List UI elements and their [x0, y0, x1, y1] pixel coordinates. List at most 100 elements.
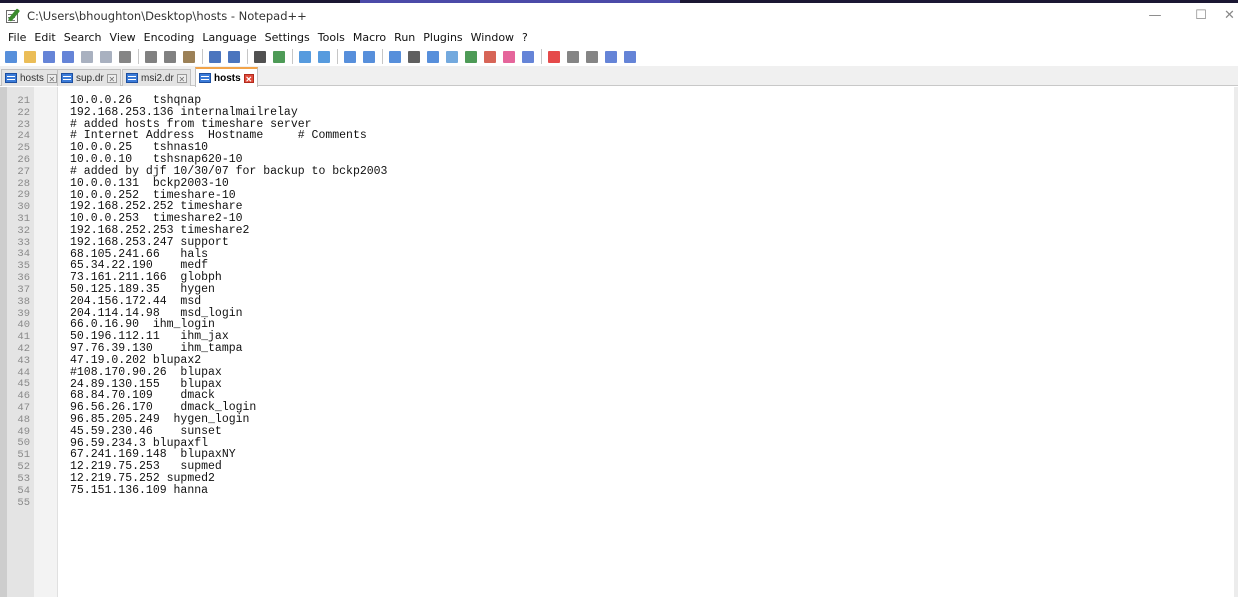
line-number: 38 — [17, 295, 30, 308]
file-saved-icon — [5, 73, 17, 83]
menu-file[interactable]: File — [4, 28, 30, 47]
copy-icon[interactable] — [162, 49, 178, 65]
menu-tools[interactable]: Tools — [314, 28, 349, 47]
line-number: 27 — [17, 165, 30, 178]
close-button[interactable]: ✕ — [1224, 3, 1238, 28]
code-line: 54 75.151.136.109 hanna — [0, 484, 1238, 497]
stop-macro-icon[interactable] — [565, 49, 581, 65]
line-number: 29 — [17, 189, 30, 202]
menu-view[interactable]: View — [106, 28, 140, 47]
line-number: 55 — [17, 496, 30, 509]
line-number: 51 — [17, 449, 30, 462]
play-macro-icon[interactable] — [584, 49, 600, 65]
print-icon[interactable] — [117, 49, 133, 65]
menu-search[interactable]: Search — [60, 28, 106, 47]
tab-close-icon[interactable]: ✕ — [176, 73, 187, 84]
minimize-button[interactable]: — — [1132, 3, 1178, 28]
record-macro-icon[interactable] — [546, 49, 562, 65]
tab-hosts-1[interactable]: hosts ✕ — [1, 69, 61, 86]
line-number: 35 — [17, 260, 30, 273]
cut-icon[interactable] — [143, 49, 159, 65]
menu-plugins[interactable]: Plugins — [419, 28, 466, 47]
menu-macro[interactable]: Macro — [349, 28, 390, 47]
toolbar-separator — [138, 49, 139, 64]
tab-close-icon[interactable]: ✕ — [46, 73, 57, 84]
line-number: 31 — [17, 213, 30, 226]
tab-close-icon[interactable]: ✕ — [106, 73, 117, 84]
toolbar-separator — [382, 49, 383, 64]
new-file-icon[interactable] — [3, 49, 19, 65]
menu-settings[interactable]: Settings — [261, 28, 314, 47]
sync-horizontal-icon[interactable] — [361, 49, 377, 65]
redo-icon[interactable] — [226, 49, 242, 65]
notepad-plus-plus-icon — [5, 7, 21, 24]
menu-bar: File Edit Search View Encoding Language … — [0, 28, 1238, 47]
paste-icon[interactable] — [181, 49, 197, 65]
line-number: 42 — [17, 342, 30, 355]
tab-bar: hosts ✕ sup.dr ✕ msi2.dr ✕ hosts ✕ — [0, 66, 1238, 87]
file-saved-icon — [126, 73, 138, 83]
line-number: 36 — [17, 272, 30, 285]
file-saved-icon — [61, 73, 73, 83]
code-line: 55 — [0, 497, 1238, 509]
vertical-scrollbar[interactable] — [1234, 87, 1238, 597]
line-number: 49 — [17, 425, 30, 438]
line-number: 21 — [17, 94, 30, 107]
replace-icon[interactable] — [271, 49, 287, 65]
undo-icon[interactable] — [207, 49, 223, 65]
word-wrap-icon[interactable] — [387, 49, 403, 65]
find-icon[interactable] — [252, 49, 268, 65]
line-number: 48 — [17, 413, 30, 426]
save-macro-icon[interactable] — [622, 49, 638, 65]
open-file-icon[interactable] — [22, 49, 38, 65]
menu-encoding[interactable]: Encoding — [140, 28, 199, 47]
line-number: 45 — [17, 378, 30, 391]
menu-window[interactable]: Window — [467, 28, 518, 47]
close-file-icon[interactable] — [79, 49, 95, 65]
line-number: 39 — [17, 307, 30, 320]
tab-msi2-dr[interactable]: msi2.dr ✕ — [122, 69, 191, 86]
language-icon[interactable] — [444, 49, 460, 65]
title-bar: C:\Users\bhoughton\Desktop\hosts - Notep… — [0, 3, 1238, 28]
menu-edit[interactable]: Edit — [30, 28, 59, 47]
line-number: 24 — [17, 130, 30, 143]
sync-vertical-icon[interactable] — [342, 49, 358, 65]
editor-area[interactable]: 21 10.0.0.26 tshqnap 22 192.168.253.136 int… — [0, 87, 1238, 597]
window-controls: — ☐ ✕ — [1132, 3, 1238, 28]
line-number: 28 — [17, 177, 30, 190]
folder-workspace-icon[interactable] — [501, 49, 517, 65]
show-all-chars-icon[interactable] — [406, 49, 422, 65]
zoom-in-icon[interactable] — [297, 49, 313, 65]
zoom-out-icon[interactable] — [316, 49, 332, 65]
menu-run[interactable]: Run — [390, 28, 419, 47]
line-number: 40 — [17, 319, 30, 332]
line-number: 22 — [17, 106, 30, 119]
function-list-icon[interactable] — [482, 49, 498, 65]
line-number: 37 — [17, 283, 30, 296]
tab-sup-dr[interactable]: sup.dr ✕ — [57, 69, 121, 86]
save-icon[interactable] — [41, 49, 57, 65]
close-all-icon[interactable] — [98, 49, 114, 65]
monitor-icon[interactable] — [520, 49, 536, 65]
toolbar-separator — [541, 49, 542, 64]
line-number: 26 — [17, 153, 30, 166]
indent-guide-icon[interactable] — [425, 49, 441, 65]
tab-label: sup.dr — [76, 72, 104, 84]
save-all-icon[interactable] — [60, 49, 76, 65]
line-number: 44 — [17, 366, 30, 379]
menu-help[interactable]: ? — [518, 28, 532, 47]
line-number: 46 — [17, 390, 30, 403]
toolbar-separator — [202, 49, 203, 64]
tab-label: hosts — [214, 72, 241, 84]
doc-map-icon[interactable] — [463, 49, 479, 65]
tab-hosts-active[interactable]: hosts ✕ — [195, 67, 258, 87]
menu-language[interactable]: Language — [198, 28, 260, 47]
maximize-button[interactable]: ☐ — [1178, 3, 1224, 28]
line-number: 53 — [17, 472, 30, 485]
line-number: 54 — [17, 484, 30, 497]
file-saved-icon — [199, 73, 211, 83]
toolbar — [0, 47, 1238, 66]
tab-close-icon[interactable]: ✕ — [243, 73, 254, 84]
play-multiple-icon[interactable] — [603, 49, 619, 65]
line-text[interactable]: 75.151.136.109 hanna — [70, 484, 208, 497]
